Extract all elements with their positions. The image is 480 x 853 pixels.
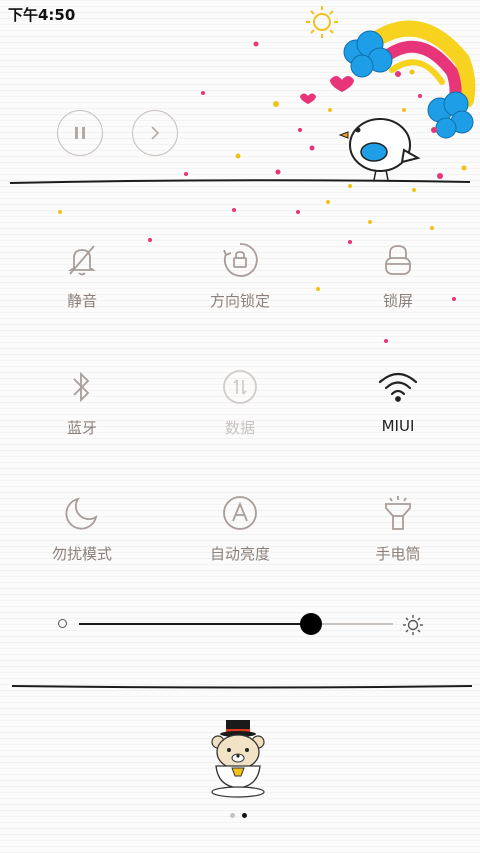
divider-top [10,179,470,184]
toggle-label: 锁屏 [382,292,413,310]
toggle-label: 自动亮度 [209,545,270,563]
toggle-label: 静音 [66,292,97,310]
toggle-label: 勿扰模式 [51,545,112,563]
toggle-label: 方向锁定 [209,292,270,310]
confetti-dot [316,287,320,291]
toggle-mute[interactable]: 静音 [12,240,152,340]
lock-icon [378,240,418,280]
toggle-do-not-disturb[interactable]: 勿扰模式 [12,493,152,593]
pause-icon [75,127,85,139]
toggle-label: 手电筒 [375,545,421,563]
heart-icon [330,76,354,92]
slider-thumb[interactable] [300,613,323,635]
toggle-bluetooth[interactable]: 蓝牙 [12,367,152,467]
heart-icon [300,93,316,104]
toggle-wifi[interactable]: MIUI [328,367,468,467]
bird-icon [338,118,421,181]
toggle-label: 数据 [224,419,255,437]
toggle-rotation-lock[interactable]: 方向锁定 [170,240,310,340]
slider-fill [79,623,312,625]
page-dot-active[interactable] [242,813,247,818]
toggle-lock-screen[interactable]: 锁屏 [328,240,468,340]
brightness-low-icon [58,619,67,628]
brightness-high-icon [403,615,423,635]
toggle-label: 蓝牙 [66,419,97,437]
chevron-right-icon [151,126,160,140]
toggle-auto-brightness[interactable]: 自动亮度 [170,493,310,593]
divider-bottom [12,685,472,689]
toggle-label: MIUI [381,417,415,435]
wifi-icon [378,367,418,407]
next-button[interactable] [132,110,178,156]
mobile-data-icon [220,367,260,407]
mascot-bear-icon [211,720,265,798]
page-indicator [230,813,247,818]
auto-brightness-icon [220,493,260,533]
bluetooth-icon [62,367,102,407]
toggle-mobile-data[interactable]: 数据 [170,367,310,467]
flashlight-icon [378,493,418,533]
pause-button[interactable] [57,110,103,156]
sun-icon [306,6,338,38]
rotation-lock-icon [220,240,260,280]
page-dot[interactable] [230,813,235,818]
moon-icon [62,493,102,533]
brightness-slider[interactable] [79,612,393,636]
toggle-flashlight[interactable]: 手电筒 [328,493,468,593]
bell-off-icon [62,240,102,280]
